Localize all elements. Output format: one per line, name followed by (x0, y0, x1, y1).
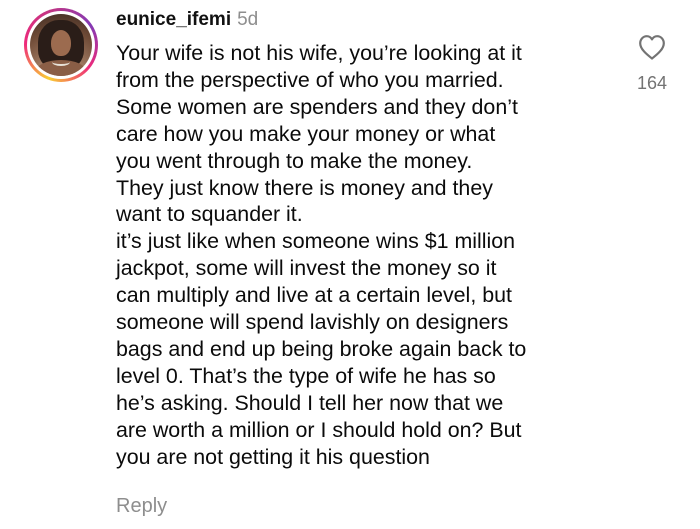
comment-text-line: care how you make your money or what (116, 121, 496, 146)
avatar-border (27, 11, 95, 79)
comment: eunice_ifemi 5d Your wife is not his wife… (0, 0, 700, 529)
like-count: 164 (636, 73, 668, 93)
comment-text-line: can multiply and live at a certain level… (116, 283, 512, 308)
avatar-face (51, 30, 71, 56)
comment-text-line: someone will spend lavishly on designers (116, 310, 509, 335)
like-button[interactable] (638, 34, 666, 60)
timestamp[interactable]: 5d (237, 9, 258, 30)
like-area: 164 (627, 34, 677, 98)
avatar-necklace (52, 58, 70, 66)
comment-text-line: level 0. That’s the type of wife he has … (116, 363, 496, 388)
comment-header: eunice_ifemi 5d (116, 5, 606, 35)
comment-text-line: are worth a million or I should hold on?… (116, 417, 522, 442)
comment-text-line: you are not getting it his question (116, 444, 430, 469)
avatar[interactable] (24, 8, 98, 82)
comment-text-line: from the perspective of who you married. (116, 67, 504, 92)
comment-text-line: Some women are spenders and they don’t (116, 94, 518, 119)
comment-text-line: you went through to make the money. (116, 148, 473, 173)
comment-body: eunice_ifemi 5d Your wife is not his wife… (116, 5, 606, 471)
reply-button[interactable]: Reply (116, 492, 167, 520)
comment-text-line: jackpot, some will invest the money so i… (116, 256, 497, 281)
comment-text-line: They just know there is money and they (116, 175, 493, 200)
comment-text-line: Your wife is not his wife, you’re lookin… (116, 41, 522, 65)
comment-text: Your wife is not his wife, you’re lookin… (116, 40, 606, 471)
profile-photo (30, 14, 92, 76)
comment-text-line: bags and end up being broke again back t… (116, 336, 527, 361)
heart-outline-icon (639, 35, 665, 60)
username[interactable]: eunice_ifemi (116, 9, 231, 30)
comment-text-line: he’s asking. Should I tell her now that … (116, 390, 504, 415)
comment-text-line: want to squander it. (116, 202, 303, 227)
comment-text-line: it’s just like when someone wins $1 mill… (116, 229, 516, 254)
